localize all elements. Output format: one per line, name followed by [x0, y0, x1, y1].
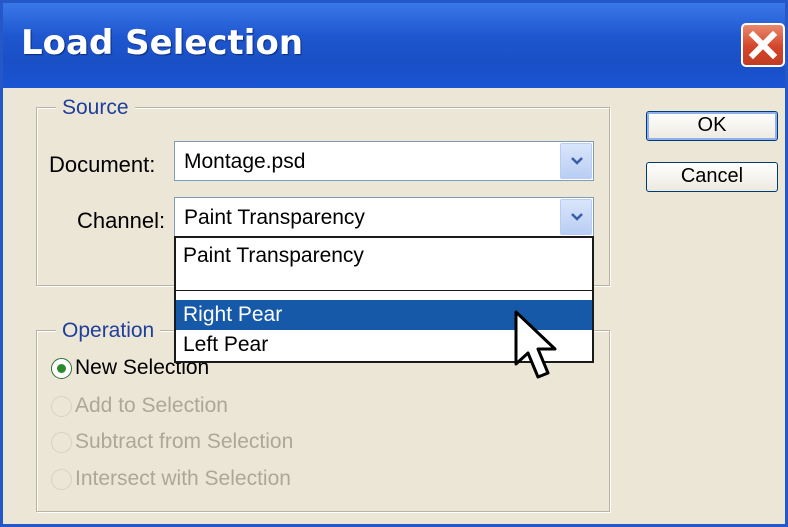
radio-button-disabled — [51, 396, 72, 417]
mouse-pointer-icon — [514, 310, 557, 379]
dialog-title: Load Selection — [21, 23, 304, 63]
channel-select[interactable]: Paint Transparency — [174, 197, 594, 237]
chevron-down-icon — [571, 157, 583, 165]
document-dropdown-button[interactable] — [560, 143, 592, 179]
chevron-down-icon — [571, 213, 583, 221]
radio-button-disabled — [51, 432, 72, 453]
document-select[interactable]: Montage.psd — [174, 141, 594, 181]
radio-label: Intersect with Selection — [75, 467, 291, 490]
source-legend: Source — [56, 96, 135, 120]
dropdown-option[interactable]: Paint Transparency — [176, 238, 592, 274]
dropdown-separator — [176, 290, 592, 291]
cancel-button[interactable]: Cancel — [646, 162, 778, 192]
radio-label: Add to Selection — [75, 394, 228, 417]
channel-value: Paint Transparency — [184, 206, 365, 229]
close-button[interactable] — [741, 23, 785, 67]
title-bar[interactable]: Load Selection — [3, 3, 785, 88]
load-selection-dialog: Load Selection Source Document: Montage.… — [0, 0, 788, 527]
document-label: Document: — [49, 152, 156, 177]
radio-button-selected[interactable] — [51, 358, 72, 379]
channel-dropdown-button[interactable] — [560, 199, 592, 235]
channel-label: Channel: — [77, 208, 166, 233]
document-value: Montage.psd — [184, 150, 306, 173]
operation-legend: Operation — [56, 319, 161, 343]
radio-button-disabled — [51, 469, 72, 490]
ok-button[interactable]: OK — [646, 111, 778, 141]
radio-label: Subtract from Selection — [75, 430, 294, 453]
close-icon — [748, 30, 778, 60]
